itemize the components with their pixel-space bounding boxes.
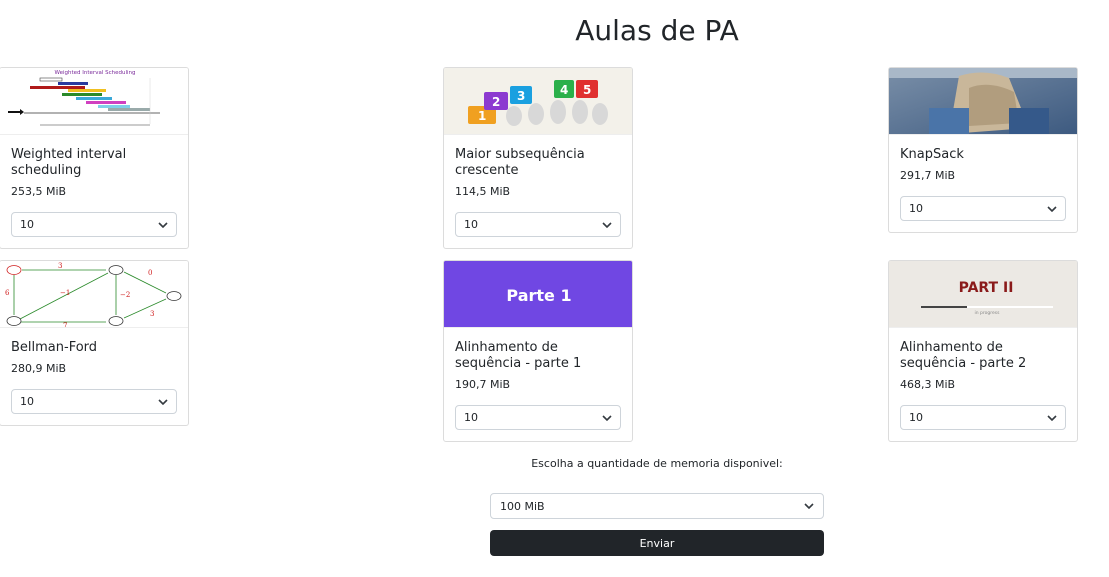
lesson-size: 253,5 MiB	[11, 185, 67, 198]
memory-select-value: 100 MiB	[500, 499, 545, 513]
thumbnail-alinhamento-parte-2: PART II in progress	[889, 261, 1077, 328]
submit-button[interactable]: Enviar	[490, 530, 824, 556]
chevron-down-icon	[1047, 204, 1057, 214]
page-title: Aulas de PA	[575, 14, 739, 47]
lesson-size: 468,3 MiB	[900, 378, 956, 391]
thumbnail-parte-1-text: Parte 1	[506, 286, 571, 305]
lesson-select-value: 10	[20, 218, 34, 231]
svg-text:−1: −1	[60, 289, 70, 297]
lesson-size: 190,7 MiB	[455, 378, 511, 391]
lesson-select-value: 10	[909, 411, 923, 424]
lesson-card-alinhamento-parte-1[interactable]: Parte 1 Alinhamento de sequência - parte…	[443, 260, 633, 442]
lesson-title: Bellman-Ford	[11, 340, 98, 355]
chevron-down-icon	[602, 413, 612, 423]
lesson-card-bellman-ford[interactable]: 3 6 −1 −2 0 3 7 Bellman-Ford 280,9 MiB 10	[0, 260, 189, 426]
svg-text:7: 7	[63, 322, 67, 327]
thumbnail-maior-subsequencia: 1 2 3 4 5	[444, 68, 632, 135]
lesson-card-alinhamento-parte-2[interactable]: PART II in progress Alinhamento de sequê…	[888, 260, 1078, 442]
memory-label: Escolha a quantidade de memoria disponiv…	[531, 457, 783, 470]
svg-text:3: 3	[150, 310, 154, 318]
chevron-down-icon	[602, 220, 612, 230]
thumbnail-weighted-interval-scheduling: Weighted Interval Scheduling	[0, 68, 188, 135]
chevron-down-icon	[158, 220, 168, 230]
chevron-down-icon	[804, 501, 814, 511]
svg-text:0: 0	[148, 269, 152, 277]
thumbnail-number-2: 2	[492, 95, 500, 109]
thumbnail-alinhamento-parte-1: Parte 1	[444, 261, 632, 328]
lesson-title: Alinhamento de sequência - parte 1	[455, 340, 582, 371]
chevron-down-icon	[158, 397, 168, 407]
lesson-title: Maior subsequência crescente	[455, 147, 585, 178]
lesson-card-maior-subsequencia[interactable]: 1 2 3 4 5 Maior subsequência crescente 1…	[443, 67, 633, 249]
lesson-select[interactable]: 10	[455, 212, 621, 237]
lesson-title: KnapSack	[900, 147, 964, 162]
lesson-size: 114,5 MiB	[455, 185, 511, 198]
lesson-select[interactable]: 10	[900, 405, 1066, 430]
lesson-select-value: 10	[464, 218, 478, 231]
lesson-title: Weighted interval scheduling	[11, 147, 127, 178]
thumbnail-number-5: 5	[583, 83, 591, 97]
svg-text:3: 3	[58, 262, 62, 270]
lesson-size: 291,7 MiB	[900, 169, 956, 182]
lesson-select[interactable]: 10	[455, 405, 621, 430]
thumbnail-progress-text: in progress	[975, 310, 1001, 316]
lesson-select[interactable]: 10	[11, 389, 177, 414]
chevron-down-icon	[1047, 413, 1057, 423]
lesson-select[interactable]: 10	[900, 196, 1066, 221]
lesson-title: Alinhamento de sequência - parte 2	[900, 340, 1027, 371]
thumbnail-number-4: 4	[560, 83, 568, 97]
thumbnail-bellman-ford: 3 6 −1 −2 0 3 7	[0, 261, 188, 328]
svg-text:−2: −2	[120, 291, 130, 299]
lesson-card-knapsack[interactable]: KnapSack 291,7 MiB 10	[888, 67, 1078, 233]
thumbnail-part-2-text: PART II	[959, 280, 1014, 296]
lesson-card-weighted-interval-scheduling[interactable]: Weighted Interval Scheduling Weighted in…	[0, 67, 189, 249]
lesson-select-value: 10	[20, 395, 34, 408]
thumbnail-title: Weighted Interval Scheduling	[55, 70, 136, 76]
lesson-select[interactable]: 10	[11, 212, 177, 237]
lesson-select-value: 10	[464, 411, 478, 424]
memory-select[interactable]: 100 MiB	[490, 493, 824, 519]
lesson-size: 280,9 MiB	[11, 362, 67, 375]
svg-text:6: 6	[5, 289, 10, 297]
thumbnail-number-1: 1	[478, 109, 486, 123]
thumbnail-knapsack	[889, 68, 1077, 135]
thumbnail-number-3: 3	[517, 89, 525, 103]
lesson-select-value: 10	[909, 202, 923, 215]
